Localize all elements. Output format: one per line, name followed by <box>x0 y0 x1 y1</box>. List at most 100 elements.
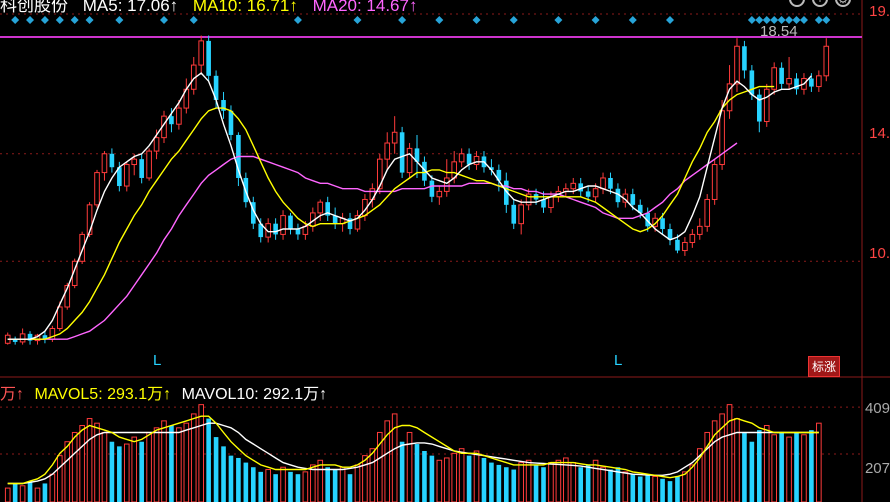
volume-bar-37 <box>273 474 278 502</box>
candle-body-63 <box>466 153 472 165</box>
candle-body-54 <box>399 132 405 173</box>
candle-body-60 <box>443 177 450 192</box>
volume-bar-104 <box>771 434 777 502</box>
candle-body-77 <box>570 182 577 190</box>
volume-bar-48 <box>354 464 361 502</box>
volume-bar-7 <box>49 473 56 502</box>
candle-body-74 <box>548 196 554 209</box>
volume-bar-61 <box>451 452 458 502</box>
volume-bar-74 <box>548 462 554 502</box>
candle-body-100 <box>742 46 747 71</box>
candle-body-3 <box>19 333 26 343</box>
signal-diamond-15 <box>509 16 518 24</box>
volume-bar-84 <box>622 471 629 502</box>
volume-bar-23 <box>169 425 174 502</box>
low-marker-1: L <box>153 352 162 369</box>
mavol5-label: MAVOL5: 293.1万↑ <box>34 386 172 403</box>
candle-body-93 <box>689 233 696 243</box>
candle-body-17 <box>123 164 130 187</box>
volume-bar-18 <box>131 436 138 502</box>
signal-diamond-16 <box>554 16 563 24</box>
volume-bar-28 <box>206 418 211 502</box>
volume-bar-70 <box>518 462 524 502</box>
volume-bar-25 <box>183 422 190 502</box>
candle-body-43 <box>317 201 324 214</box>
stock-chart: 科创股份 MA5: 17.06↑ MA10: 16.71↑ MA20: 14.6… <box>0 0 890 502</box>
volume-bar-62 <box>458 448 465 502</box>
volume-bar-86 <box>637 476 643 502</box>
volume-bar-50 <box>369 448 376 502</box>
volume-bar-54 <box>399 441 405 502</box>
stock-name: 科创股份 <box>0 0 68 15</box>
volume-bar-47 <box>347 474 353 502</box>
volume-bar-30 <box>221 446 226 502</box>
high-price-marker: 18.54 <box>760 23 798 40</box>
volume-bar-79 <box>585 464 591 502</box>
signal-diamond-10 <box>293 16 302 24</box>
volume-bar-110 <box>816 422 822 502</box>
candle-body-51 <box>376 158 383 190</box>
volume-bar-16 <box>117 446 122 502</box>
candle-body-79 <box>585 191 591 197</box>
signal-diamond-8 <box>159 16 168 24</box>
volume-bar-43 <box>317 459 324 502</box>
volume-bar-64 <box>473 450 480 502</box>
volume-bar-14 <box>101 431 108 502</box>
candle-body-62 <box>458 153 465 163</box>
signal-diamond-19 <box>666 16 675 24</box>
volume-bar-102 <box>756 430 762 502</box>
signal-diamond-18 <box>628 16 637 24</box>
volume-bar-65 <box>481 457 487 502</box>
candle-body-37 <box>273 223 278 235</box>
volume-bar-92 <box>682 471 688 502</box>
candle-body-95 <box>704 198 711 227</box>
ma-legend: 科创股份 MA5: 17.06↑ MA10: 16.71↑ MA20: 14.6… <box>0 0 427 16</box>
candle-body-89 <box>660 218 665 230</box>
volume-bar-38 <box>280 466 286 502</box>
kline-chart-svg <box>0 0 890 502</box>
signal-diamond-2 <box>26 16 35 24</box>
volume-bar-66 <box>489 462 494 502</box>
signal-diamond-28 <box>814 16 823 24</box>
volume-bar-29 <box>213 437 219 502</box>
signal-diamond-29 <box>822 16 831 24</box>
candle-body-64 <box>473 155 480 166</box>
volume-bar-105 <box>779 432 784 502</box>
volume-bar-20 <box>146 431 152 502</box>
volume-bar-34 <box>250 467 256 502</box>
signal-diamond-6 <box>85 16 94 24</box>
volume-bar-89 <box>660 478 665 502</box>
candle-body-94 <box>696 225 703 235</box>
volume-bar-58 <box>429 455 435 502</box>
volume-bar-78 <box>578 467 584 502</box>
candle-body-101 <box>749 70 755 95</box>
volume-bar-39 <box>288 471 293 502</box>
signal-diamond-1 <box>11 16 20 24</box>
candle-body-96 <box>711 164 718 200</box>
ma10-label: MA10: 16.71↑ <box>192 0 298 15</box>
volume-tick-2: 207 <box>864 460 890 477</box>
volume-bar-21 <box>153 427 160 502</box>
candle-body-105 <box>779 67 784 84</box>
volume-bar-73 <box>541 467 546 502</box>
volume-bar-101 <box>749 441 755 502</box>
candle-body-59 <box>436 190 443 198</box>
candle-body-13 <box>94 172 100 206</box>
volume-bar-31 <box>228 455 234 502</box>
candle-body-110 <box>816 75 822 88</box>
candle-body-53 <box>391 131 398 144</box>
candle-body-85 <box>630 194 636 205</box>
volume-bar-63 <box>466 455 472 502</box>
volume-bar-81 <box>600 466 606 502</box>
signal-diamond-11 <box>353 16 362 24</box>
candle-body-31 <box>228 110 234 135</box>
volume-bar-3 <box>19 485 26 502</box>
volume-bar-41 <box>302 471 309 502</box>
signal-diamond-27 <box>799 16 808 24</box>
volume-bar-100 <box>742 432 747 502</box>
candle-body-81 <box>600 177 606 190</box>
candle-body-103 <box>763 88 770 123</box>
volume-bar-75 <box>555 459 562 502</box>
candle-body-109 <box>809 78 814 87</box>
signal-diamond-9 <box>189 16 198 24</box>
